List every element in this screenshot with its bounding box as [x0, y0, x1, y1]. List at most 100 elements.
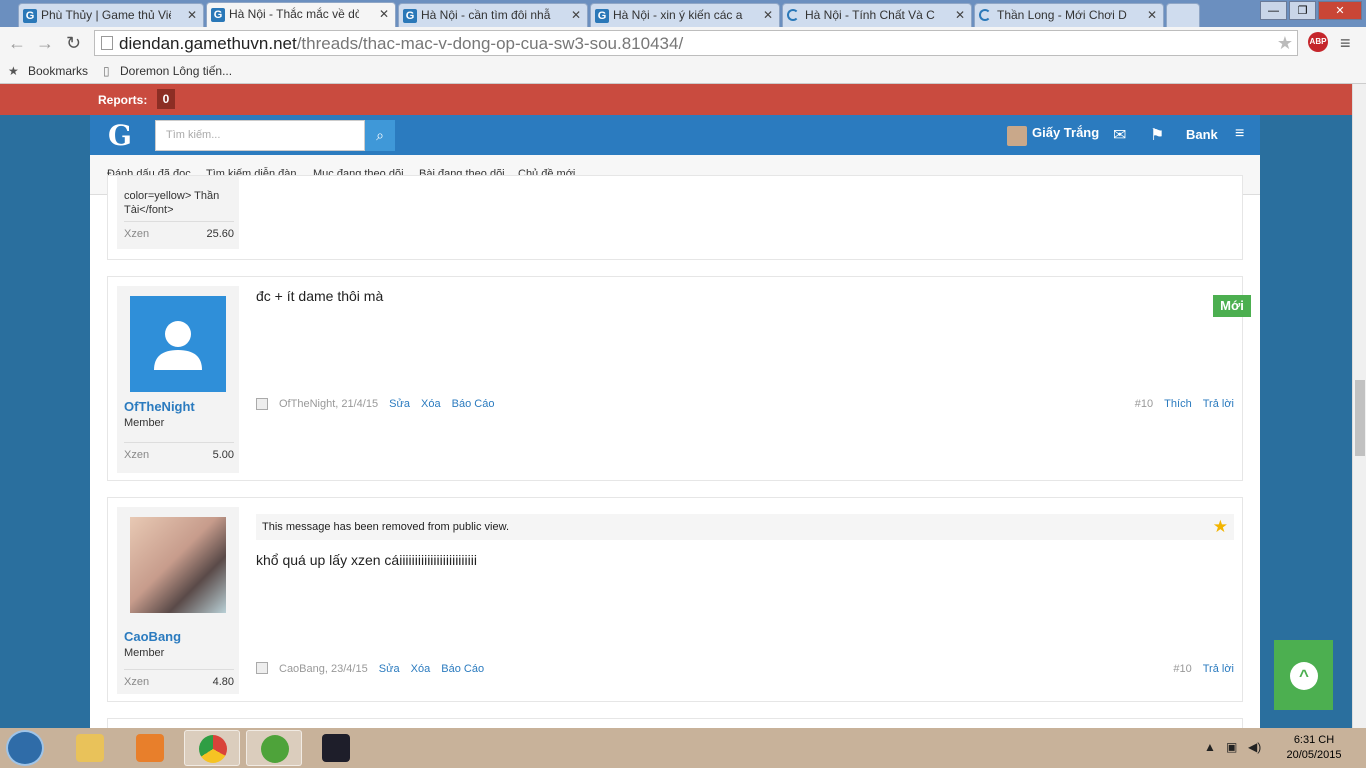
browser-tab[interactable]: Hà Nội - Tính Chất Và Cấp ✕: [782, 3, 972, 27]
post-next: [107, 718, 1243, 728]
url-path: /threads/thac-mac-v-dong-op-cua-sw3-sou.…: [296, 34, 684, 53]
page-icon: [101, 36, 113, 50]
site-favicon-icon: G: [211, 8, 225, 22]
forward-arrow-icon[interactable]: →: [36, 33, 54, 54]
close-icon[interactable]: ✕: [1147, 8, 1157, 22]
browser-tab-active[interactable]: G Hà Nội - Thắc mắc về dòn ✕: [206, 2, 396, 27]
tray-arrow-icon[interactable]: ▲: [1204, 740, 1216, 754]
bookmarks-label[interactable]: Bookmarks: [28, 64, 88, 78]
delete-link[interactable]: Xóa: [421, 398, 441, 410]
url-host: diendan.gamethuvn.net: [119, 34, 297, 53]
bookmarks-bar: ★ Bookmarks ▯ Doremon Lông tiến...: [0, 60, 1366, 84]
new-badge: Mới: [1213, 295, 1251, 317]
forum-header: G Tìm kiếm... ⌕ Giấy Trắng ✉ ⚑ Bank ≡: [90, 115, 1260, 155]
game-icon: [322, 734, 350, 762]
user-avatar[interactable]: [1007, 126, 1027, 146]
reply-link[interactable]: Trả lời: [1203, 663, 1234, 675]
search-icon[interactable]: ⌕: [365, 120, 395, 151]
post-author-date[interactable]: CaoBang, 23/4/15: [279, 663, 368, 675]
app-icon: [261, 735, 289, 763]
browser-tab[interactable]: G Hà Nội - xin ý kiến các anh ✕: [590, 3, 780, 27]
thread-content: color=yellow> Thần Tài</font> Xzen 25.60…: [90, 175, 1260, 728]
user-avatar[interactable]: [130, 517, 226, 613]
edit-link[interactable]: Sửa: [379, 663, 400, 675]
like-link[interactable]: Thích: [1164, 398, 1192, 410]
reload-icon[interactable]: ↻: [66, 33, 81, 54]
network-icon[interactable]: ▣: [1226, 740, 1237, 754]
site-favicon-icon: G: [403, 9, 417, 23]
search-input[interactable]: Tìm kiếm...: [155, 120, 365, 151]
close-icon[interactable]: ✕: [955, 8, 965, 22]
close-icon[interactable]: ✕: [187, 8, 197, 22]
minimize-icon[interactable]: —: [1260, 1, 1287, 20]
adblock-icon[interactable]: ABP: [1308, 32, 1328, 52]
bookmark-star-icon[interactable]: ★: [1277, 33, 1293, 54]
address-bar[interactable]: diendan.gamethuvn.net/threads/thac-mac-v…: [94, 30, 1298, 56]
post-previous: color=yellow> Thần Tài</font> Xzen 25.60: [107, 175, 1243, 260]
site-logo[interactable]: G: [108, 119, 132, 152]
reply-link[interactable]: Trả lời: [1203, 398, 1234, 410]
taskbar-app[interactable]: [246, 730, 302, 766]
report-link[interactable]: Báo Cáo: [452, 398, 495, 410]
username-link[interactable]: CaoBang: [124, 629, 181, 644]
post-author-date[interactable]: OfTheNight, 21/4/15: [279, 398, 378, 410]
browser-tab[interactable]: G Hà Nội - cần tìm đôi nhẫn ✕: [398, 3, 588, 27]
taskbar-game[interactable]: [308, 730, 364, 766]
window-controls: — ❐ ✕: [1258, 1, 1362, 20]
chrome-icon: [199, 735, 227, 763]
user-role: Member: [124, 417, 165, 429]
select-checkbox[interactable]: [256, 398, 268, 410]
report-link[interactable]: Báo Cáo: [441, 663, 484, 675]
tab-label: Hà Nội - Thắc mắc về dòn: [229, 7, 359, 21]
taskbar-chrome[interactable]: [184, 730, 240, 766]
mail-icon[interactable]: ✉: [1113, 125, 1126, 145]
post-number[interactable]: #10: [1135, 398, 1153, 410]
start-button[interactable]: [6, 730, 44, 766]
edit-link[interactable]: Sửa: [389, 398, 410, 410]
chevron-up-icon: ^: [1290, 662, 1318, 690]
delete-link[interactable]: Xóa: [411, 663, 431, 675]
tab-label: Hà Nội - cần tìm đôi nhẫn: [421, 8, 551, 22]
menu-icon[interactable]: ≡: [1235, 125, 1244, 143]
username-link[interactable]: OfTheNight: [124, 399, 195, 414]
bookmarks-star-icon: ★: [8, 64, 19, 78]
user-name[interactable]: Giấy Trắng: [1032, 125, 1099, 140]
post-number[interactable]: #10: [1173, 663, 1191, 675]
chrome-menu-icon[interactable]: ≡: [1340, 33, 1351, 54]
star-icon[interactable]: ★: [1213, 517, 1228, 537]
site-favicon-icon: G: [595, 9, 609, 23]
bank-link[interactable]: Bank: [1186, 127, 1218, 142]
window-close-icon[interactable]: ✕: [1318, 1, 1362, 20]
scrollbar-thumb[interactable]: [1355, 380, 1365, 456]
taskbar-explorer[interactable]: [62, 730, 118, 766]
site-favicon-icon: G: [23, 9, 37, 23]
close-icon[interactable]: ✕: [571, 8, 581, 22]
new-tab-button[interactable]: [1166, 3, 1200, 27]
page-scrollbar[interactable]: [1352, 84, 1366, 728]
scroll-to-top-button[interactable]: ^: [1274, 640, 1333, 710]
post-meta: CaoBang, 23/4/15 Sửa Xóa Báo Cáo: [279, 663, 484, 675]
post-number-actions: #10 Thích Trả lời: [1135, 398, 1234, 410]
flag-icon[interactable]: ⚑: [1150, 125, 1164, 145]
user-stat: Xzen 25.60: [124, 221, 234, 240]
back-arrow-icon[interactable]: ←: [8, 33, 26, 54]
system-clock[interactable]: 6:31 CH 20/05/2015: [1284, 733, 1344, 763]
taskbar-media-player[interactable]: [122, 730, 178, 766]
restore-icon[interactable]: ❐: [1289, 1, 1316, 20]
browser-tab[interactable]: G Phù Thủy | Game thủ Việt ✕: [18, 3, 204, 27]
loading-spinner-icon: [787, 9, 799, 21]
bookmark-item[interactable]: Doremon Lông tiến...: [120, 64, 232, 78]
select-checkbox[interactable]: [256, 662, 268, 674]
browser-tab[interactable]: Thần Long - Mới Chơi DW ✕: [974, 3, 1164, 27]
reports-label[interactable]: Reports:: [98, 93, 147, 107]
close-icon[interactable]: ✕: [379, 7, 389, 21]
volume-icon[interactable]: ◀): [1248, 740, 1261, 754]
folder-icon: [76, 734, 104, 762]
media-player-icon: [136, 734, 164, 762]
reports-bar: Reports: 0: [0, 84, 1352, 115]
reports-count-badge[interactable]: 0: [157, 89, 175, 109]
browser-tabbar: G Phù Thủy | Game thủ Việt ✕ G Hà Nội - …: [0, 0, 1366, 27]
default-avatar-icon[interactable]: [130, 296, 226, 392]
post-message: đc + ít dame thôi mà: [256, 288, 384, 304]
close-icon[interactable]: ✕: [763, 8, 773, 22]
